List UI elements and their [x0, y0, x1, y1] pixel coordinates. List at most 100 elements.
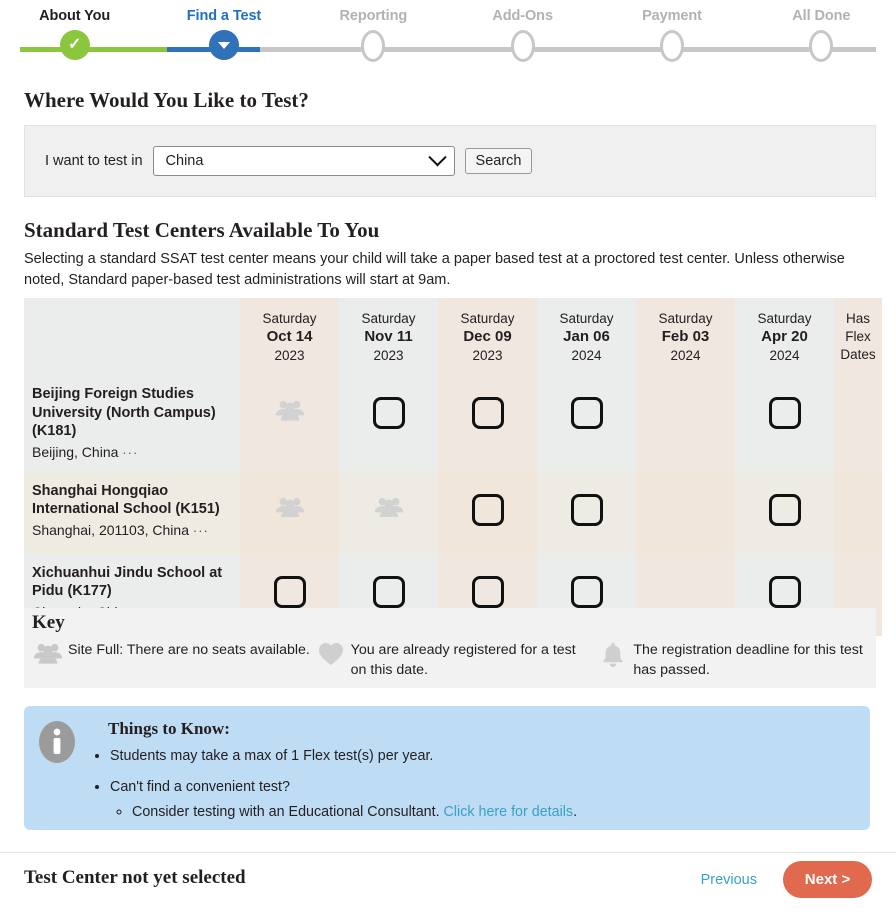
table-header-row: Saturday Oct 14 2023 Saturday Nov 11 2023 Satu… — [24, 298, 882, 375]
site-full-cell — [240, 471, 339, 554]
site-full-cell — [240, 375, 339, 472]
flex-dates-cell — [834, 375, 882, 472]
test-center-name-cell: Beijing Foreign Studies University (Nort… — [24, 375, 240, 472]
stepper-circle-reporting[interactable] — [361, 30, 386, 62]
key-item: You are already registered for a test on… — [311, 640, 594, 680]
stepper-node-cell: ✓ — [0, 30, 149, 62]
date-column-header-apr-20: Saturday Apr 20 2024 — [735, 298, 834, 375]
more-info-icon[interactable]: ··· — [122, 445, 138, 460]
info-subitem-tail: . — [573, 804, 578, 820]
date-year: 2023 — [472, 348, 503, 363]
test-centers-table-wrap: Saturday Oct 14 2023 Saturday Nov 11 2023 Satu… — [24, 298, 882, 636]
key-title: Key — [32, 612, 65, 633]
stepper-node-cell — [597, 30, 746, 62]
info-icon — [38, 720, 76, 769]
date-column-header-oct-14: Saturday Oct 14 2023 — [240, 298, 339, 375]
selection-status: Test Center not yet selected — [24, 867, 246, 888]
info-subitem-text: Consider testing with an Educational Con… — [132, 804, 444, 820]
empty-cell — [636, 375, 735, 472]
date-dow: Saturday — [262, 311, 317, 326]
footer-divider — [0, 852, 896, 853]
previous-button[interactable]: Previous — [701, 872, 757, 888]
test-date-checkbox[interactable] — [372, 397, 405, 429]
test-center-location: Shanghai, 201103, China ··· — [32, 521, 228, 540]
heart-icon — [311, 640, 351, 666]
where-heading: Where Would You Like to Test? — [24, 88, 309, 112]
test-date-checkbox[interactable] — [570, 493, 603, 526]
info-bullet-1: Students may take a max of 1 Flex test(s… — [110, 746, 577, 767]
stepper-nodes: ✓ — [0, 30, 896, 62]
test-center-name: Beijing Foreign Studies University (Nort… — [32, 386, 216, 439]
date-column-header-dec-09: Saturday Dec 09 2023 — [438, 298, 537, 375]
test-date-checkbox[interactable] — [768, 397, 801, 429]
test-date-checkbox-cell[interactable] — [735, 375, 834, 472]
key-item: Site Full: There are no seats available. — [28, 640, 311, 680]
test-date-checkbox[interactable] — [273, 575, 306, 608]
people-icon — [275, 399, 305, 426]
test-date-checkbox[interactable] — [471, 493, 504, 526]
consultant-details-link[interactable]: Click here for details — [444, 804, 574, 820]
date-year: 2023 — [373, 348, 404, 363]
stepper-labels: About You Find a Test Reporting Add-Ons Paym… — [0, 8, 896, 24]
test-date-checkbox-cell[interactable] — [438, 471, 537, 554]
people-icon — [275, 496, 305, 523]
centers-heading: Standard Test Centers Available To You — [24, 218, 380, 242]
info-list: Students may take a max of 1 Flex test(s… — [92, 746, 577, 833]
key-item-text: Site Full: There are no seats available. — [68, 642, 310, 658]
test-date-checkbox-cell[interactable] — [438, 375, 537, 472]
test-centers-table: Saturday Oct 14 2023 Saturday Nov 11 2023 Satu… — [24, 298, 882, 636]
key-item-text: You are already registered for a test on… — [350, 642, 576, 678]
stepper-node-cell — [299, 30, 448, 62]
test-date-checkbox-cell[interactable] — [537, 375, 636, 472]
test-date-checkbox[interactable] — [768, 575, 801, 608]
people-icon — [374, 496, 404, 523]
date-dow: Saturday — [460, 311, 515, 326]
things-to-know-box: Things to Know: Students may take a max … — [24, 706, 870, 830]
next-button[interactable]: Next > — [783, 861, 872, 898]
test-date-checkbox[interactable] — [768, 493, 801, 526]
test-date-checkbox-cell[interactable] — [537, 471, 636, 554]
stepper-node-cell — [149, 30, 298, 62]
test-date-checkbox[interactable] — [471, 575, 504, 608]
search-label: I want to test in — [45, 153, 143, 169]
country-select[interactable]: China — [152, 146, 455, 176]
caret-down-icon — [217, 41, 230, 49]
stepper-circle-add-ons[interactable] — [510, 30, 535, 62]
stepper-label-all-done[interactable]: All Done — [747, 8, 896, 24]
date-dow: Saturday — [757, 311, 812, 326]
date-md: Oct 14 — [266, 328, 313, 345]
date-dow: Saturday — [361, 311, 416, 326]
date-md: Feb 03 — [661, 328, 710, 345]
info-title: Things to Know: — [108, 719, 230, 738]
search-button[interactable]: Search — [464, 148, 533, 174]
flex-dates-column-header: Has Flex Dates — [834, 298, 882, 375]
test-date-checkbox-cell[interactable] — [735, 471, 834, 554]
test-date-checkbox[interactable] — [570, 397, 603, 429]
stepper-label-find-a-test[interactable]: Find a Test — [149, 8, 298, 24]
centers-description: Selecting a standard SSAT test center me… — [24, 251, 845, 288]
search-panel: I want to test in China Search — [24, 125, 876, 197]
people-icon — [28, 640, 68, 664]
stepper-label-payment[interactable]: Payment — [597, 8, 746, 24]
stepper-circle-about-you[interactable]: ✓ — [59, 30, 90, 60]
test-center-name: Shanghai Hongqiao International School (… — [32, 482, 220, 518]
location-text: Beijing, China — [32, 443, 119, 460]
test-center-name: Xichuanhui Jindu School at Pidu (K177) — [32, 564, 223, 600]
stepper-label-add-ons[interactable]: Add-Ons — [448, 8, 597, 24]
stepper-circle-all-done[interactable] — [809, 30, 834, 62]
stepper-label-reporting[interactable]: Reporting — [299, 8, 448, 24]
test-date-checkbox[interactable] — [570, 575, 603, 608]
stepper-node-cell — [747, 30, 896, 62]
check-icon: ✓ — [67, 36, 82, 53]
stepper-circle-find-a-test[interactable] — [208, 30, 239, 60]
test-date-checkbox-cell[interactable] — [339, 375, 438, 472]
site-full-cell — [339, 471, 438, 554]
more-info-icon[interactable]: ··· — [193, 523, 209, 538]
test-date-checkbox[interactable] — [372, 575, 405, 608]
table-corner-cell — [24, 298, 240, 375]
stepper-circle-payment[interactable] — [659, 30, 684, 62]
date-column-header-jan-06: Saturday Jan 06 2024 — [537, 298, 636, 375]
info-sublist: Consider testing with an Educational Con… — [110, 802, 577, 823]
stepper-label-about-you[interactable]: About You — [0, 8, 149, 24]
test-date-checkbox[interactable] — [471, 397, 504, 429]
